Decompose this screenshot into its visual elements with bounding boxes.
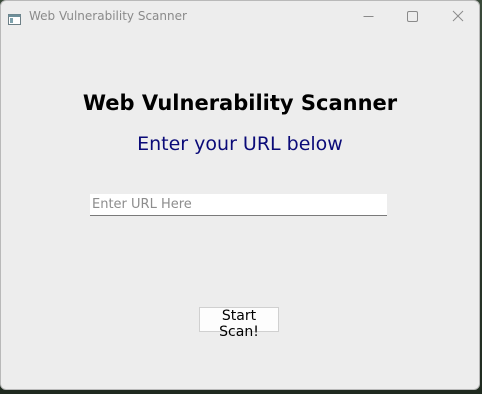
url-input[interactable] bbox=[90, 194, 387, 216]
maximize-button[interactable] bbox=[389, 1, 435, 32]
maximize-icon bbox=[406, 7, 418, 26]
page-title: Web Vulnerability Scanner bbox=[82, 91, 398, 115]
app-window: Web Vulnerability Scanner Web Vulnerabil… bbox=[0, 0, 480, 390]
window-app-icon bbox=[8, 10, 21, 25]
minimize-button[interactable] bbox=[345, 1, 391, 32]
window-title: Web Vulnerability Scanner bbox=[29, 9, 187, 23]
minimize-icon bbox=[363, 7, 374, 26]
instruction-text: Enter your URL below bbox=[137, 133, 343, 155]
title-bar[interactable]: Web Vulnerability Scanner bbox=[1, 1, 479, 32]
start-scan-button[interactable]: Start Scan! bbox=[199, 307, 279, 340]
close-icon bbox=[452, 7, 464, 26]
close-button[interactable] bbox=[435, 1, 479, 32]
